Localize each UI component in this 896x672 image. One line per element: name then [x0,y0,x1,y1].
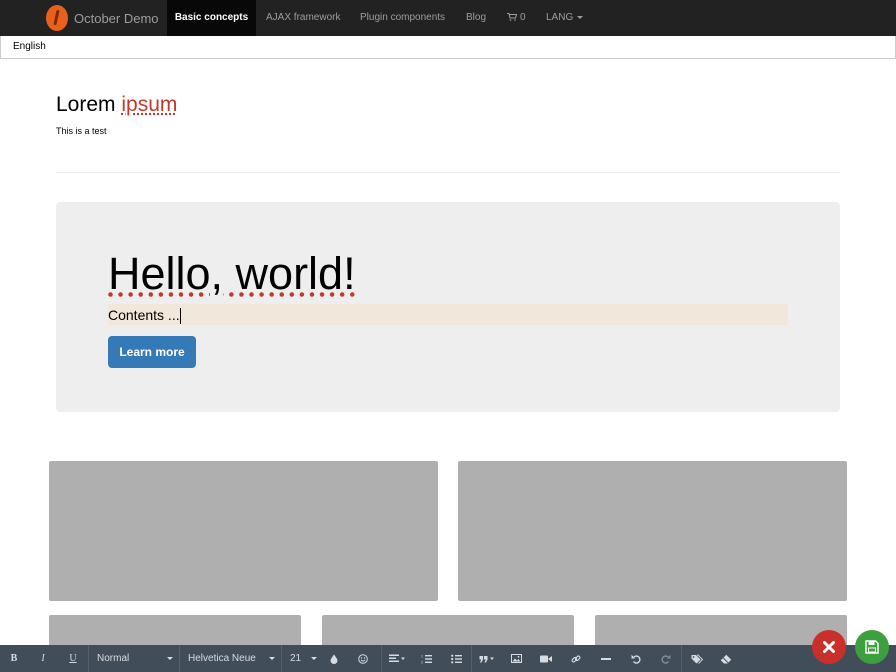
tags-icon [691,654,703,664]
page-title-part2[interactable]: ipsum [121,93,177,116]
nav-item-ajax-framework[interactable]: AJAX framework [266,0,340,36]
unordered-list-icon [450,654,462,663]
cancel-button[interactable] [812,630,846,664]
jumbotron: Hello, world! Contents ... Learn more [56,202,840,412]
horizontal-line-button[interactable] [591,645,621,672]
save-button[interactable] [855,630,889,664]
align-button[interactable] [381,645,411,672]
page-title-part1[interactable]: Lorem [56,93,116,116]
image-placeholder-1 [49,461,438,601]
image-icon [510,654,522,663]
jumbotron-content-editor[interactable]: Contents ... [108,304,788,325]
clear-formatting-button[interactable] [711,645,741,672]
divider [56,172,840,173]
text-color-button[interactable] [323,645,345,672]
nav-item-plugin-components[interactable]: Plugin components [360,0,445,36]
link-icon [571,655,581,662]
jumbotron-content-text: Contents ... [108,307,180,323]
ordered-list-icon: 12 [421,654,432,664]
video-camera-icon [540,655,552,662]
language-select[interactable]: English [0,36,896,59]
editor-toolbar: B I U Normal Helvetica Neue 21 12 [0,645,896,672]
nav-item-lang[interactable]: LANG [546,0,584,36]
chevron-down-icon [577,15,584,19]
redo-icon [661,654,671,664]
top-navbar: October Demo Basic concepts AJAX framewo… [0,0,896,36]
smile-icon [358,653,368,664]
language-selected-value: English [13,41,46,52]
redo-button[interactable] [651,645,681,672]
insert-image-button[interactable] [501,645,531,672]
cart-count: 0 [520,12,526,23]
insert-video-button[interactable] [531,645,561,672]
minus-icon [601,657,611,660]
october-logo-icon [46,5,68,31]
text-cursor [179,308,181,325]
insert-link-button[interactable] [561,645,591,672]
quote-icon [479,655,494,662]
paragraph-format-select[interactable]: Normal [88,645,179,672]
snippets-button[interactable] [681,645,711,672]
page-subtitle[interactable]: This is a test [56,126,107,136]
font-size-select[interactable]: 21 [281,645,323,672]
ordered-list-button[interactable]: 12 [411,645,441,672]
quote-button[interactable] [471,645,501,672]
floppy-disk-icon [865,640,879,654]
page-title[interactable]: Lorem ipsum [56,93,177,117]
eraser-icon [720,654,732,663]
undo-icon [631,654,641,664]
emoticons-button[interactable] [345,645,381,672]
underline-button[interactable]: U [58,645,88,672]
learn-more-button[interactable]: Learn more [108,336,196,368]
undo-button[interactable] [621,645,651,672]
navbar-brand[interactable]: October Demo [46,4,159,32]
italic-button[interactable]: I [28,645,58,672]
image-placeholder-2 [458,461,847,601]
nav-item-cart[interactable]: 0 [507,0,526,36]
svg-text:2: 2 [421,660,423,664]
cart-icon [507,13,517,22]
nav-item-blog[interactable]: Blog [466,0,486,36]
align-left-icon [388,654,405,662]
font-family-select[interactable]: Helvetica Neue [179,645,281,672]
svg-text:1: 1 [421,654,423,658]
nav-item-basic-concepts[interactable]: Basic concepts [167,0,256,36]
jumbotron-title[interactable]: Hello, world! [108,248,356,300]
chevron-down-icon [269,657,275,660]
chevron-down-icon [167,657,173,660]
brand-label: October Demo [74,10,159,26]
droplet-icon [330,654,338,664]
close-icon [823,641,835,653]
unordered-list-button[interactable] [441,645,471,672]
chevron-down-icon [311,657,317,660]
bold-button[interactable]: B [0,645,28,672]
